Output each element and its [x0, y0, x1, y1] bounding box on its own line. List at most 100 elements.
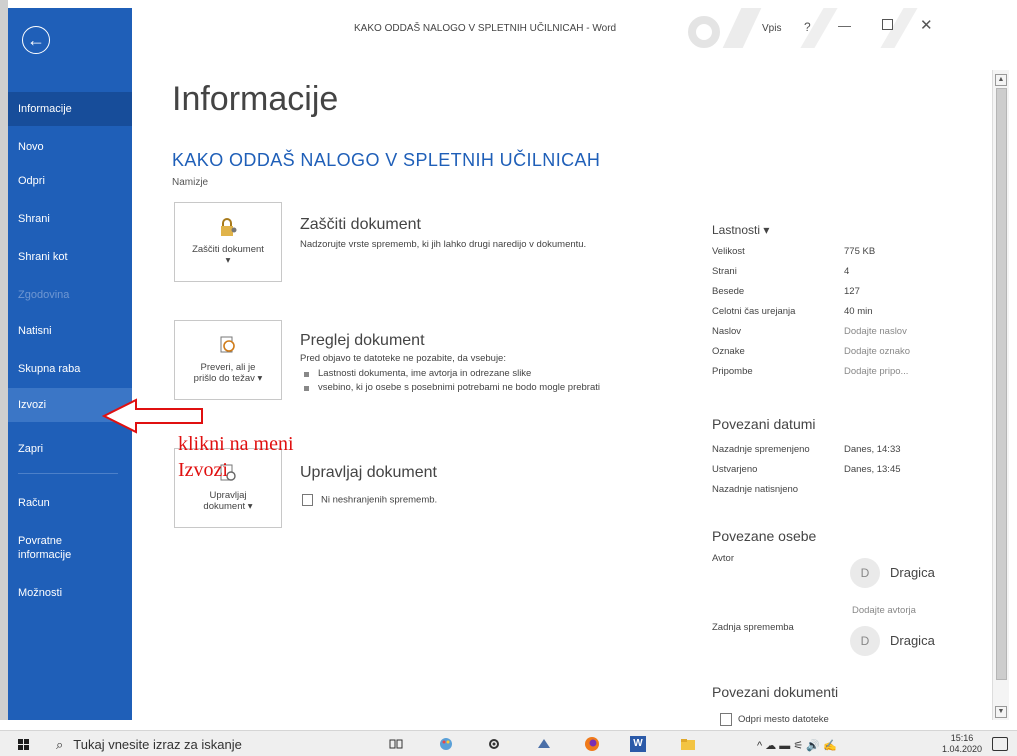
properties-dropdown[interactable]: Lastnosti ▾	[712, 223, 769, 237]
inspect-heading: Preglej dokument	[300, 332, 425, 349]
firefox-icon[interactable]	[584, 736, 600, 752]
avatar: D	[850, 626, 880, 656]
taskbar-clock[interactable]: 15:16 1.04.2020	[942, 733, 982, 755]
check-for-issues-button[interactable]: Preveri, ali je prišlo do težav ▾	[174, 320, 282, 400]
folder-document-icon	[720, 713, 732, 726]
clock-date: 1.04.2020	[942, 744, 983, 754]
maximize-icon[interactable]	[882, 19, 893, 30]
property-key: Naslov	[712, 326, 742, 337]
unsaved-changes-text: Ni neshranjenih sprememb.	[321, 494, 438, 506]
date-row: Nazadnje natisnjeno	[712, 484, 982, 498]
annotation-line: Izvozi	[178, 459, 228, 481]
last-modified-row: Zadnja sprememba	[712, 622, 982, 636]
file-explorer-icon[interactable]	[680, 736, 696, 752]
property-key: Besede	[712, 286, 745, 297]
lock-icon	[175, 217, 281, 242]
add-author-link[interactable]: Dodajte avtorja	[852, 605, 916, 616]
app-icon[interactable]	[536, 736, 552, 752]
titlebar-decoration	[688, 16, 720, 48]
date-key: Ustvarjeno	[712, 464, 758, 475]
document-location: Namizje	[172, 177, 209, 188]
date-key: Nazadnje natisnjeno	[712, 484, 799, 495]
add-comment-field[interactable]: Dodajte pripo...	[844, 366, 908, 377]
sidebar-item-zapri[interactable]: Zapri	[8, 432, 132, 466]
property-row: Oznake Dodajte oznako	[712, 346, 982, 360]
property-key: Oznake	[712, 346, 745, 357]
annotation-line: klikni na meni	[178, 433, 294, 455]
inspect-description: Pred objavo te datoteke ne pozabite, da …	[300, 353, 506, 364]
sidebar-divider	[18, 473, 118, 474]
sidebar-item-informacije[interactable]: Informacije	[8, 92, 132, 126]
backstage-main: KAKO ODDAŠ NALOGO V SPLETNIH UČILNICAH -…	[102, 8, 992, 726]
sidebar-item-natisni[interactable]: Natisni	[8, 314, 132, 348]
annotation-text: klikni na meni Izvozi	[178, 431, 294, 483]
add-title-field[interactable]: Dodajte naslov	[844, 326, 907, 337]
date-row: Nazadnje spremenjeno Danes, 14:33	[712, 444, 982, 458]
sidebar-item-moznosti[interactable]: Možnosti	[8, 576, 132, 610]
property-row: Naslov Dodajte naslov	[712, 326, 982, 340]
author-row: Avtor	[712, 553, 982, 567]
word-backstage-window: ← Informacije Novo Odpri Shrani Shrani k…	[0, 0, 1017, 756]
property-value: 4	[844, 266, 850, 277]
notification-icon[interactable]	[992, 737, 1008, 751]
clock-time: 15:16	[950, 733, 974, 743]
scroll-down-icon[interactable]: ▼	[995, 706, 1007, 718]
inspect-bullet: vsebino, ki jo osebe s posebnimi potreba…	[302, 382, 612, 394]
property-key: Velikost	[712, 246, 745, 257]
related-people-heading: Povezane osebe	[712, 528, 817, 544]
date-row: Ustvarjeno Danes, 13:45	[712, 464, 982, 478]
backstage-sidebar: ← Informacije Novo Odpri Shrani Shrani k…	[8, 8, 132, 720]
search-icon: ⌕	[56, 737, 64, 752]
sign-in-link[interactable]: Vpis	[762, 23, 781, 34]
annotation-arrow-icon	[102, 398, 203, 434]
windows-start-icon[interactable]	[18, 739, 30, 751]
help-icon[interactable]: ?	[804, 20, 811, 34]
avatar: D	[850, 558, 880, 588]
manage-heading: Upravljaj dokument	[300, 464, 437, 481]
last-modified-name: Dragica	[890, 633, 935, 648]
close-icon[interactable]: ✕	[920, 16, 933, 34]
task-view-icon[interactable]	[388, 736, 404, 752]
protect-document-label: Zaščiti dokument ▾	[192, 244, 264, 266]
last-modified-label: Zadnja sprememba	[712, 622, 794, 633]
settings-gear-icon[interactable]	[486, 736, 502, 752]
property-key: Pripombe	[712, 366, 753, 377]
property-key: Celotni čas urejanja	[712, 306, 796, 317]
author-label: Avtor	[712, 553, 735, 564]
vertical-scrollbar[interactable]: ▲ ▼	[992, 70, 1009, 720]
word-app-icon[interactable]: W	[630, 736, 646, 752]
system-tray-icons[interactable]: ^ ☁ ▬ ⚟ 🔊 ✍	[757, 739, 837, 752]
scroll-thumb[interactable]	[996, 88, 1007, 680]
minimize-icon[interactable]: —	[838, 18, 851, 33]
sidebar-item-skupna-raba[interactable]: Skupna raba	[8, 352, 132, 386]
sidebar-item-novo[interactable]: Novo	[8, 130, 132, 164]
sidebar-item-odpri[interactable]: Odpri	[8, 164, 132, 198]
property-key: Strani	[712, 266, 737, 277]
protect-document-button[interactable]: Zaščiti dokument ▾	[174, 202, 282, 282]
protect-description: Nadzorujte vrste sprememb, ki jih lahko …	[300, 239, 587, 250]
taskbar-search[interactable]: ⌕ Tukaj vnesite izraz za iskanje	[56, 737, 242, 753]
date-key: Nazadnje spremenjeno	[712, 444, 810, 455]
property-value: 40 min	[844, 306, 873, 317]
property-row: Besede 127	[712, 286, 982, 300]
add-tag-field[interactable]: Dodajte oznako	[844, 346, 910, 357]
date-value: Danes, 14:33	[844, 444, 901, 455]
document-icon	[302, 494, 313, 506]
open-file-location-link[interactable]: Odpri mesto datoteke	[720, 713, 829, 726]
property-row: Pripombe Dodajte pripo...	[712, 366, 982, 380]
title-bar: KAKO ODDAŠ NALOGO V SPLETNIH UČILNICAH -…	[132, 8, 992, 48]
sidebar-item-racun[interactable]: Račun	[8, 486, 132, 520]
author-name: Dragica	[890, 565, 935, 580]
sidebar-item-shrani-kot[interactable]: Shrani kot	[8, 240, 132, 274]
sidebar-item-povratne-informacije[interactable]: Povratne informacije	[8, 530, 98, 564]
titlebar-decoration	[722, 8, 762, 48]
paint-icon[interactable]	[438, 736, 454, 752]
manage-document-label: Upravljaj dokument ▾	[203, 490, 253, 512]
sidebar-item-shrani[interactable]: Shrani	[8, 202, 132, 236]
back-arrow-icon[interactable]: ←	[22, 26, 50, 54]
windows-taskbar: ⌕ Tukaj vnesite izraz za iskanje W ^ ☁ ▬ …	[0, 730, 1017, 756]
inspect-document-icon	[175, 335, 281, 360]
left-edge-strip	[0, 0, 8, 720]
scroll-up-icon[interactable]: ▲	[995, 74, 1007, 86]
unsaved-changes-status: Ni neshranjenih sprememb.	[302, 494, 437, 506]
